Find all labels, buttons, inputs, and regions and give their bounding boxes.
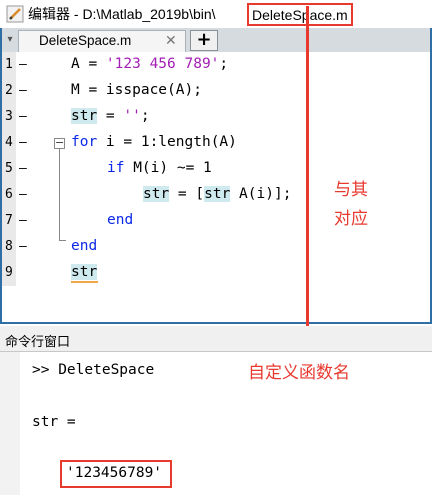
result-highlight-box (60, 460, 172, 488)
code-line-3: str = ''; (71, 108, 150, 124)
code-line-5: if M(i) ~= 1 (107, 160, 212, 176)
code-line-6: str = [str A(i)]; (143, 186, 292, 202)
window-title-path: 编辑器 - D:\Matlab_2019b\bin\ (28, 6, 216, 22)
code-line-9: str (71, 264, 98, 280)
code-line-1: A = '123 456 789'; (71, 56, 229, 72)
breakpoint-marker[interactable]: — (19, 135, 27, 150)
breakpoint-marker[interactable]: — (19, 109, 27, 124)
output-variable-line: str = (32, 414, 76, 430)
breakpoint-marker[interactable]: — (19, 83, 27, 98)
code-line-7: end (107, 212, 134, 228)
new-tab-button[interactable]: + (190, 30, 218, 51)
line-number: 6 (5, 187, 13, 202)
fold-collapse-icon[interactable]: − (54, 137, 65, 149)
command-window-title: 命令行窗口 (5, 335, 71, 350)
fold-guide-end (59, 240, 66, 241)
line-number: 5 (5, 161, 13, 176)
line-number: 4 (5, 135, 13, 150)
annotation-custom-function-name: 自定义函数名 (248, 363, 350, 383)
close-icon[interactable]: ✕ (165, 32, 177, 50)
line-number: 9 (5, 265, 13, 280)
annotation-correspond-line1: 与其 (334, 180, 368, 200)
fold-guide-line (59, 149, 60, 240)
code-line-4: for i = 1:length(A) (71, 134, 237, 150)
line-number: 7 (5, 213, 13, 228)
breakpoint-marker[interactable]: — (19, 213, 27, 228)
breakpoint-marker[interactable]: — (19, 187, 27, 202)
line-number: 8 (5, 239, 13, 254)
editor-tab-strip: ▾ DeleteSpace.m ✕ + (2, 28, 430, 52)
code-line-2: M = isspace(A); (71, 82, 202, 98)
annotation-correspond-line2: 对应 (334, 209, 368, 229)
tab-deletespace[interactable]: DeleteSpace.m ✕ (18, 30, 186, 52)
line-number: 3 (5, 109, 13, 124)
command-window-gutter (0, 352, 20, 495)
command-window-header: 命令行窗口 (0, 326, 432, 352)
title-bar: 编辑器 - D:\Matlab_2019b\bin\ DeleteSpace.m (0, 0, 432, 28)
warning-underline (71, 281, 98, 283)
breakpoint-marker[interactable]: — (19, 239, 27, 254)
annotation-arrow-line (306, 6, 309, 338)
pin-icon[interactable]: ▾ (4, 33, 16, 47)
window-title-filename: DeleteSpace.m (247, 3, 353, 26)
editor-window: 编辑器 - D:\Matlab_2019b\bin\ DeleteSpace.m… (0, 0, 432, 324)
matlab-editor-icon (6, 5, 24, 23)
line-number: 1 (5, 57, 13, 72)
tab-label: DeleteSpace.m (39, 33, 132, 48)
command-prompt-line: >> DeleteSpace (32, 362, 155, 378)
breakpoint-marker[interactable]: — (19, 57, 27, 72)
line-number: 2 (5, 83, 13, 98)
code-line-8: end (71, 238, 98, 254)
breakpoint-marker[interactable]: — (19, 161, 27, 176)
